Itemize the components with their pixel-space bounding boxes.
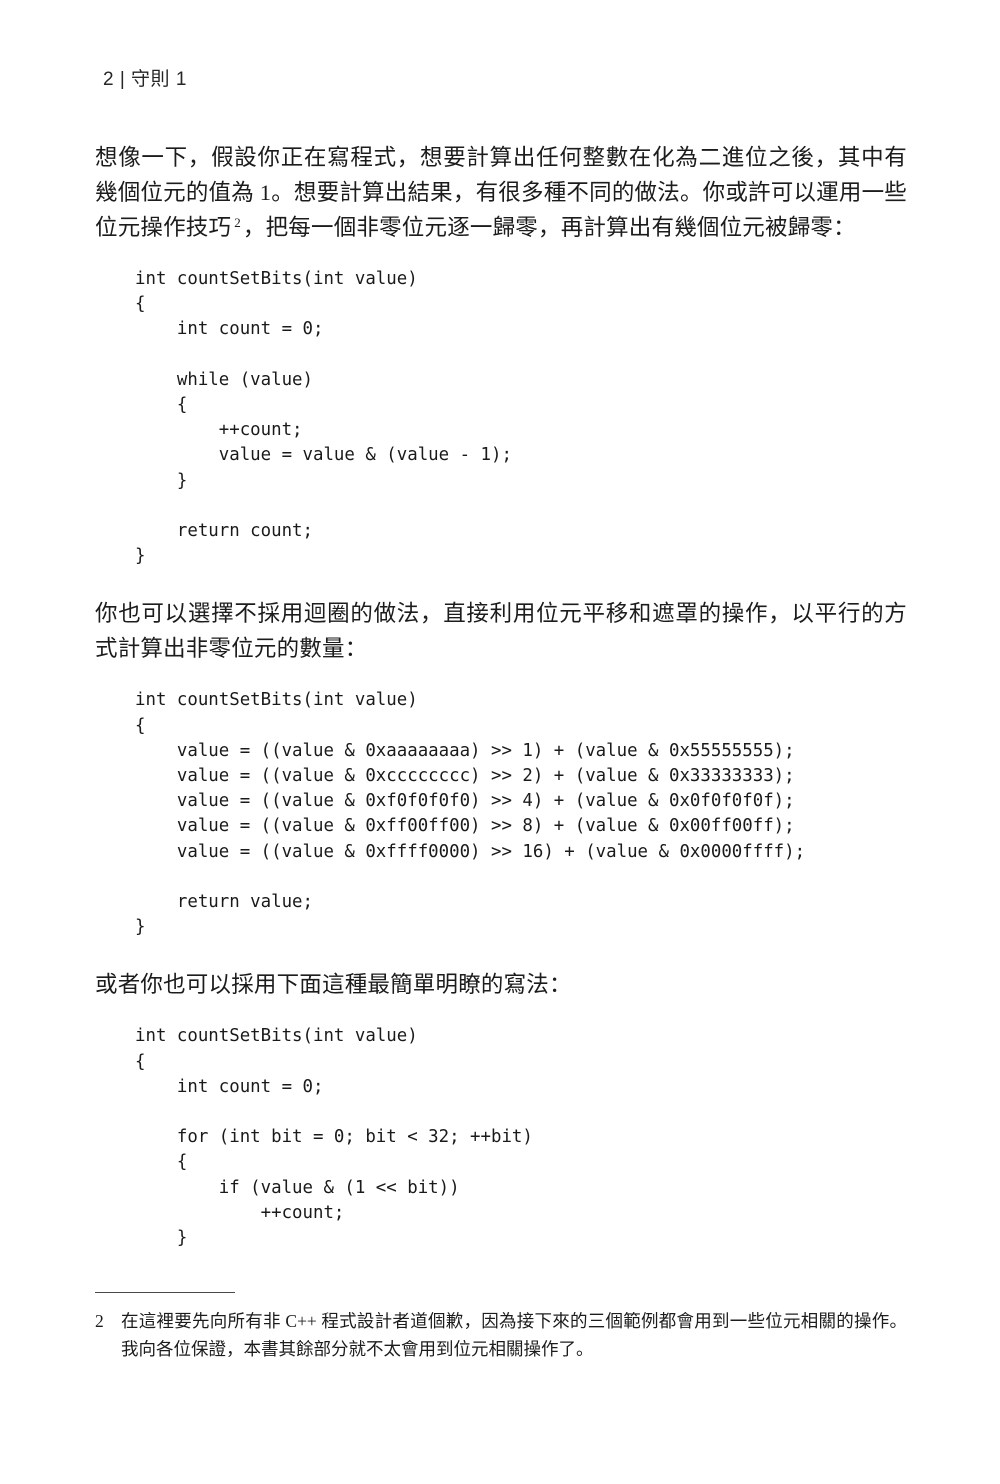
paragraph-2: 你也可以選擇不採用迴圈的做法，直接利用位元平移和遮罩的操作，以平行的方式計算出非… (95, 601, 907, 662)
paragraph-1: 想像一下，假設你正在寫程式，想要計算出任何整數在化為二進位之後，其中有幾個位元的… (95, 140, 907, 245)
document-page: 2 | 守則 1 想像一下，假設你正在寫程式，想要計算出任何整數在化為二進位之後… (0, 0, 1000, 1484)
running-header: 2 | 守則 1 (103, 69, 187, 90)
page-content: 想像一下，假設你正在寫程式，想要計算出任何整數在化為二進位之後，其中有幾個位元的… (95, 140, 907, 1251)
paragraph-3: 或者你也可以採用下面這種最簡單明瞭的寫法： (95, 972, 572, 998)
footnote-area: 2 在這裡要先向所有非 C++ 程式設計者道個歉，因為接下來的三個範例都會用到一… (95, 1292, 907, 1363)
paragraph-1-continuation: ，把每一個非零位元逐一歸零，再計算出有幾個位元被歸零： (242, 215, 856, 240)
code-block-2: int countSetBits(int value) { value = ((… (135, 690, 806, 938)
footnote-separator-rule (95, 1292, 235, 1293)
footnote-text: 在這裡要先向所有非 C++ 程式設計者道個歉，因為接下來的三個範例都會用到一些位… (121, 1311, 907, 1359)
footnote-number: 2 (95, 1311, 104, 1331)
code-block-1: int countSetBits(int value) { int count … (135, 269, 512, 567)
footnote-entry: 2 在這裡要先向所有非 C++ 程式設計者道個歉，因為接下來的三個範例都會用到一… (95, 1307, 907, 1363)
code-block-3: int countSetBits(int value) { int count … (135, 1026, 533, 1249)
footnote-marker-2: 2 (234, 214, 241, 230)
